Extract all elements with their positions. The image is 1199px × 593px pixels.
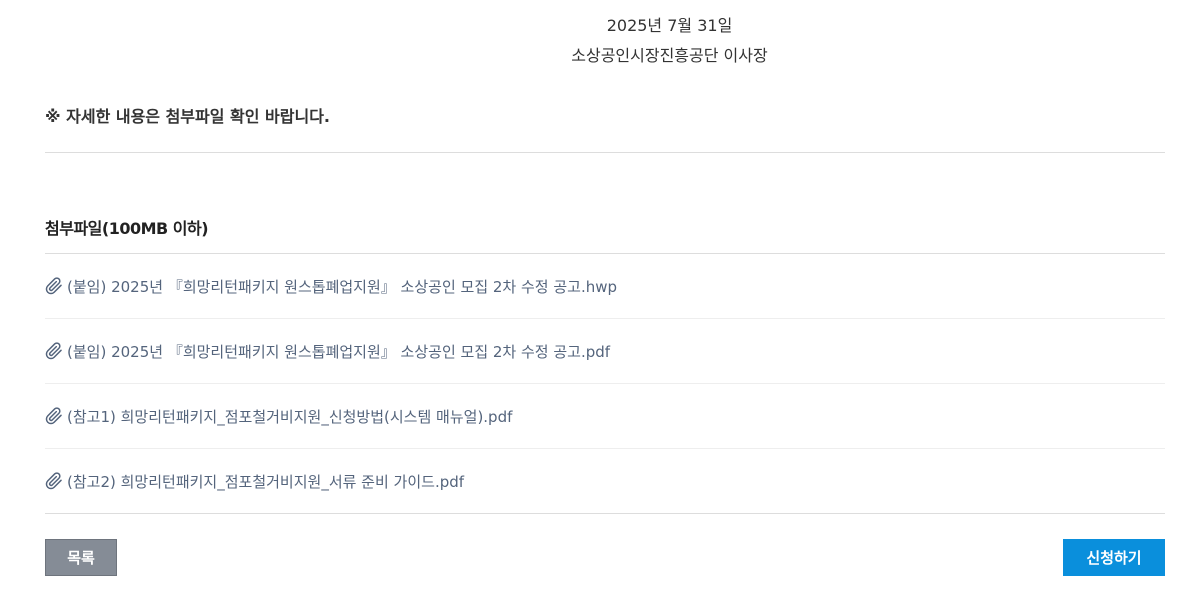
attachment-filename: (참고1) 희망리턴패키지_점포철거비지원_신청방법(시스템 매뉴얼).pdf [67, 407, 513, 426]
content-divider [45, 152, 1165, 153]
attachment-item: (붙임) 2025년 『희망리턴패키지 원스톱폐업지원』 소상공인 모집 2차 … [45, 254, 1165, 319]
attachment-link-4[interactable]: (참고2) 희망리턴패키지_점포철거비지원_서류 준비 가이드.pdf [45, 471, 464, 492]
signature-organization: 소상공인시장진흥공단 이사장 [571, 46, 768, 65]
attachment-item: (붙임) 2025년 『희망리턴패키지 원스톱폐업지원』 소상공인 모집 2차 … [45, 319, 1165, 384]
signature-date: 2025년 7월 31일 [606, 16, 733, 35]
paperclip-icon [45, 407, 63, 425]
attachment-filename: (참고2) 희망리턴패키지_점포철거비지원_서류 준비 가이드.pdf [67, 472, 465, 491]
attachment-filename: (붙임) 2025년 『희망리턴패키지 원스톱폐업지원』 소상공인 모집 2차 … [67, 277, 618, 296]
attachment-link-1[interactable]: (붙임) 2025년 『희망리턴패키지 원스톱폐업지원』 소상공인 모집 2차 … [45, 276, 617, 297]
attachment-notice: ※ 자세한 내용은 첨부파일 확인 바랍니다. [45, 107, 331, 126]
paperclip-icon [45, 277, 63, 295]
paperclip-icon [45, 342, 63, 360]
list-button[interactable]: 목록 [45, 539, 117, 576]
attachment-list: (붙임) 2025년 『희망리턴패키지 원스톱폐업지원』 소상공인 모집 2차 … [45, 253, 1165, 514]
attachment-item: (참고1) 희망리턴패키지_점포철거비지원_신청방법(시스템 매뉴얼).pdf [45, 384, 1165, 449]
attachment-item: (참고2) 희망리턴패키지_점포철거비지원_서류 준비 가이드.pdf [45, 449, 1165, 513]
paperclip-icon [45, 472, 63, 490]
attachment-filename: (붙임) 2025년 『희망리턴패키지 원스톱폐업지원』 소상공인 모집 2차 … [67, 342, 611, 361]
attachment-link-2[interactable]: (붙임) 2025년 『희망리턴패키지 원스톱폐업지원』 소상공인 모집 2차 … [45, 341, 610, 362]
attachment-link-3[interactable]: (참고1) 희망리턴패키지_점포철거비지원_신청방법(시스템 매뉴얼).pdf [45, 406, 512, 427]
apply-button[interactable]: 신청하기 [1063, 539, 1165, 576]
attachments-title: 첨부파일(100MB 이하) [45, 219, 209, 238]
